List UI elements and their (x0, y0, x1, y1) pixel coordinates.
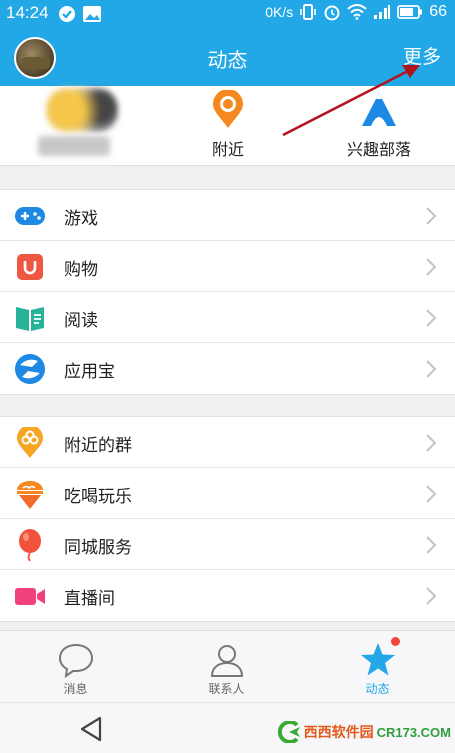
vibrate-icon (300, 4, 317, 20)
quick-access-bar: 附近 兴趣部落 (0, 86, 455, 166)
bottom-tab-bar: 消息 联系人 动态 (0, 630, 455, 702)
chevron-right-icon (426, 485, 437, 503)
tab-contacts[interactable]: 联系人 (151, 631, 302, 703)
chevron-right-icon (426, 587, 437, 605)
watermark-logo-icon (277, 721, 300, 743)
shopping-bag-icon (17, 254, 43, 280)
more-button[interactable]: 更多 (403, 42, 441, 69)
list-item-city-services[interactable]: 同城服务 (0, 519, 455, 570)
list-item-shopping[interactable]: 购物 (0, 241, 455, 292)
list-item-label: 吃喝玩乐 (64, 487, 132, 507)
tab-label: 消息 (63, 682, 88, 696)
chevron-right-icon (426, 434, 437, 452)
chevron-right-icon (426, 207, 437, 225)
network-speed: 0K/s (265, 4, 294, 20)
quick-item-label: 附近 (211, 140, 244, 159)
quick-item-label: 兴趣部落 (346, 140, 411, 159)
gamepad-icon (15, 207, 45, 225)
watermark: 西西软件园 CR173.COM (275, 721, 451, 743)
blurred-label (38, 136, 110, 156)
tribe-icon (362, 93, 396, 126)
list-item-live-room[interactable]: 直播间 (0, 570, 455, 621)
list-item-food-fun[interactable]: 吃喝玩乐 (0, 468, 455, 519)
tab-messages[interactable]: 消息 (0, 631, 151, 703)
tab-dynamics[interactable]: 动态 (302, 631, 453, 703)
battery-icon (397, 5, 423, 19)
chevron-right-icon (426, 360, 437, 378)
signal-icon (374, 5, 391, 19)
list-item-label: 直播间 (64, 589, 115, 609)
status-time: 14:24 (6, 3, 49, 22)
contacts-icon (210, 645, 243, 677)
tab-label: 联系人 (208, 682, 245, 696)
page-title: 动态 (207, 48, 248, 72)
location-pin-icon (213, 90, 243, 128)
list-item-label: 同城服务 (64, 538, 132, 558)
list-item-games[interactable]: 游戏 (0, 190, 455, 241)
list-item-label: 购物 (64, 260, 98, 280)
video-camera-icon (15, 588, 45, 605)
chevron-right-icon (426, 536, 437, 554)
check-circle-icon (59, 6, 75, 22)
chevron-right-icon (426, 309, 437, 327)
quick-item-tribe[interactable]: 兴趣部落 (303, 86, 455, 166)
quick-item-nearby[interactable]: 附近 (152, 86, 304, 166)
quick-item-blurred-user[interactable] (0, 86, 152, 166)
chevron-right-icon (426, 258, 437, 276)
battery-level: 66 (429, 3, 447, 20)
food-icon (17, 481, 43, 509)
list-item-label: 应用宝 (64, 362, 115, 382)
list-item-reading[interactable]: 阅读 (0, 292, 455, 343)
list-item-nearby-groups[interactable]: 附近的群 (0, 417, 455, 468)
watermark-site: CR173.COM (376, 724, 451, 740)
wifi-icon (347, 4, 367, 20)
book-icon (16, 307, 44, 331)
tab-label: 动态 (365, 682, 390, 696)
notification-badge (391, 637, 400, 646)
image-icon (83, 6, 101, 22)
blurred-user-icon (46, 88, 118, 132)
watermark-brand: 西西软件园 (303, 724, 374, 740)
nearby-group-icon (17, 427, 43, 458)
app-store-icon (15, 354, 45, 384)
star-icon (360, 643, 395, 676)
balloon-icon (19, 529, 41, 561)
chat-bubble-icon (58, 643, 93, 679)
menu-group-primary: 游戏 购物 阅读 应用宝 (0, 189, 455, 395)
list-item-label: 阅读 (64, 311, 98, 331)
menu-group-local: 附近的群 吃喝玩乐 同城服务 直播间 (0, 416, 455, 622)
list-item-label: 附近的群 (64, 436, 132, 456)
back-triangle-icon[interactable] (78, 715, 104, 743)
list-item-app-store[interactable]: 应用宝 (0, 343, 455, 394)
list-item-label: 游戏 (64, 209, 98, 229)
system-nav-bar: 西西软件园 CR173.COM (0, 702, 455, 753)
alarm-icon (324, 5, 340, 21)
status-bar: 14:24 0K/s 66 (0, 0, 455, 28)
title-bar: 动态 更多 (0, 28, 455, 86)
